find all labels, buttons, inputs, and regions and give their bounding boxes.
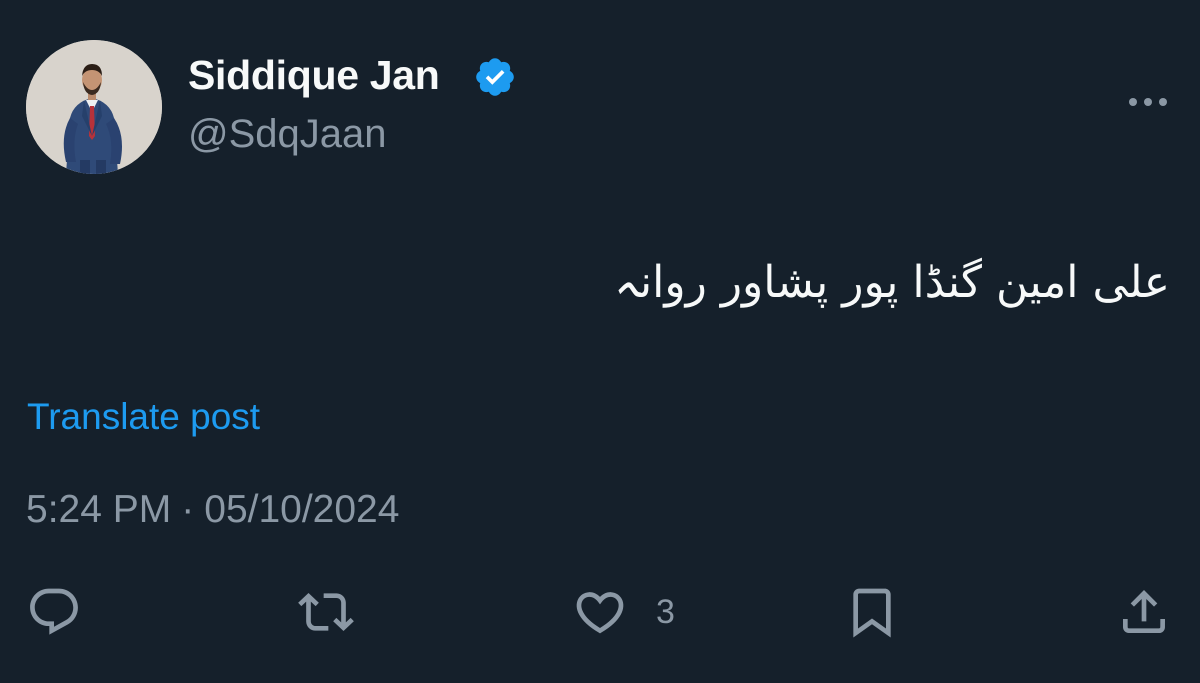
post-timestamp[interactable]: 5:24 PM · 05/10/2024 [26, 488, 399, 532]
display-name[interactable]: Siddique Jan [188, 52, 440, 99]
share-button[interactable] [1116, 584, 1172, 640]
verified-badge-icon[interactable] [473, 55, 517, 99]
reply-icon [30, 588, 78, 635]
post-text: علی امین گنڈا پور پشاور روانہ [614, 257, 1170, 308]
avatar-photo [26, 40, 162, 174]
share-icon [1123, 590, 1165, 633]
avatar[interactable] [26, 40, 162, 174]
heart-icon [576, 592, 624, 634]
user-handle[interactable]: @SdqJaan [188, 112, 387, 157]
timestamp-separator: · [181, 488, 195, 531]
like-count: 3 [656, 592, 675, 631]
post-time: 5:24 PM [26, 488, 172, 531]
bookmark-icon [853, 588, 891, 638]
like-button[interactable]: 3 [572, 584, 675, 640]
translate-post-link[interactable]: Translate post [27, 396, 260, 438]
post-date: 05/10/2024 [204, 488, 400, 531]
repost-button[interactable] [298, 584, 354, 640]
bookmark-button[interactable] [844, 584, 900, 640]
reply-button[interactable] [26, 584, 82, 640]
repost-icon [298, 593, 354, 631]
more-options-icon[interactable] [1124, 92, 1172, 112]
